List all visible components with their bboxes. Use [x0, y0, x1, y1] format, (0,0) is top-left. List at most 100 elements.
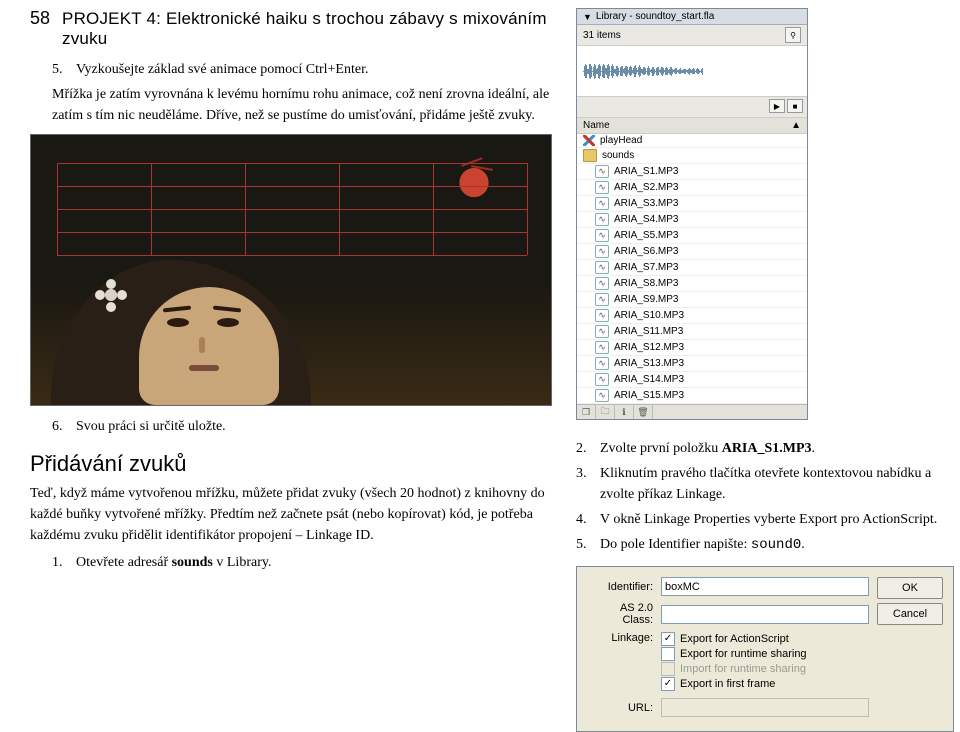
step-number: 4.: [576, 509, 592, 530]
library-sound-item[interactable]: ∿ARIA_S12.MP3: [577, 340, 807, 356]
item-label: ARIA_S15.MP3: [614, 390, 684, 401]
step-number: 1.: [52, 552, 68, 573]
url-input: [661, 698, 869, 717]
checkbox-export-runtime[interactable]: Export for runtime sharing: [661, 647, 869, 661]
play-icon[interactable]: ▶: [769, 99, 785, 113]
library-sound-item[interactable]: ∿ ARIA_S10.MP3: [577, 308, 807, 324]
item-label: ARIA_S6.MP3: [614, 246, 678, 257]
face-graphic: [51, 260, 311, 405]
checkbox-label: Export in first frame: [680, 678, 775, 690]
library-sound-item[interactable]: ∿ ARIA_S7.MP3: [577, 260, 807, 276]
grid-overlay: [57, 163, 527, 255]
checkbox-export-actionscript[interactable]: ✓ Export for ActionScript: [661, 632, 869, 646]
library-item-playhead[interactable]: playHead: [577, 134, 807, 148]
checkbox-label: Export for runtime sharing: [680, 648, 807, 660]
sound-icon: ∿: [595, 373, 609, 386]
sound-icon: ∿: [595, 389, 609, 402]
item-label: ARIA_S7.MP3: [614, 262, 678, 273]
checkbox-icon: [661, 662, 675, 676]
item-label: ARIA_S14.MP3: [614, 374, 684, 385]
filename: ARIA_S1.MP3: [722, 441, 812, 456]
animation-preview-screenshot: [30, 134, 552, 406]
sound-icon: ∿: [595, 277, 609, 290]
sound-icon: ∿: [595, 229, 609, 242]
sound-icon: ∿: [595, 245, 609, 258]
checkbox-label: Import for runtime sharing: [680, 663, 806, 675]
library-footer: ❐ 🗀 ℹ 🗑: [577, 404, 807, 419]
item-label: ARIA_S1.MP3: [614, 166, 678, 177]
linkage-properties-dialog: Identifier: boxMC AS 2.0 Class: Linkage:…: [576, 566, 954, 732]
item-label: ARIA_S10.MP3: [614, 310, 684, 321]
project-title: PROJEKT 4: Elektronické haiku s trochou …: [62, 9, 552, 49]
library-sound-item[interactable]: ∿ ARIA_S5.MP3: [577, 228, 807, 244]
item-label: ARIA_S13.MP3: [614, 358, 684, 369]
t: .: [801, 537, 805, 552]
item-label: ARIA_S2.MP3: [614, 182, 678, 193]
library-sound-item[interactable]: ∿ ARIA_S13.MP3: [577, 356, 807, 372]
library-sound-item[interactable]: ∿ ARIA_S6.MP3: [577, 244, 807, 260]
item-label: ARIA_S12.MP3: [614, 342, 684, 353]
step-5-text: Vyzkoušejte základ své animace pomocí Ct…: [76, 59, 368, 80]
as2-class-input[interactable]: [661, 605, 869, 624]
page-number: 58: [30, 8, 50, 29]
step-number: 2.: [576, 438, 592, 459]
library-sound-item[interactable]: ∿ ARIA_S15.MP3: [577, 388, 807, 404]
library-title: Library - soundtoy_start.fla: [596, 11, 714, 22]
checkbox-label: Export for ActionScript: [680, 633, 789, 645]
library-sound-item[interactable]: ∿ ARIA_S14.MP3: [577, 372, 807, 388]
folder-icon: [583, 149, 597, 162]
paragraph-sounds: Teď, když máme vytvořenou mřížku, můžete…: [30, 483, 552, 546]
cancel-button[interactable]: Cancel: [877, 603, 943, 625]
library-sound-item[interactable]: ∿ ARIA_S1.MP3: [577, 164, 807, 180]
identifier-label: Identifier:: [587, 581, 653, 593]
checkbox-export-first-frame[interactable]: ✓ Export in first frame: [661, 677, 869, 691]
properties-icon[interactable]: ℹ: [615, 405, 634, 419]
t: Zvolte první položku: [600, 441, 722, 456]
t: .: [812, 441, 816, 456]
step-6-text: Svou práci si určitě uložte.: [76, 416, 226, 437]
sound-icon: ∿: [595, 309, 609, 322]
pin-icon[interactable]: ⚲: [785, 27, 801, 43]
library-sound-item[interactable]: ∿ ARIA_S2.MP3: [577, 180, 807, 196]
ok-button[interactable]: OK: [877, 577, 943, 599]
t: Do pole Identifier napište:: [600, 537, 751, 552]
library-sound-item[interactable]: ∿ARIA_S4.MP3: [577, 212, 807, 228]
library-titlebar[interactable]: ▼ Library - soundtoy_start.fla: [577, 9, 807, 25]
stop-icon[interactable]: ■: [787, 99, 803, 113]
step-3-text: Kliknutím pravého tlačítka otevřete kont…: [600, 463, 954, 505]
item-label: ARIA_S3.MP3: [614, 198, 678, 209]
checkbox-icon: ✓: [661, 677, 675, 691]
collapse-arrow-icon[interactable]: ▼: [583, 12, 592, 22]
t: Otevřete adresář: [76, 555, 172, 570]
identifier-value: sound0: [751, 537, 801, 553]
library-sound-item[interactable]: ∿ARIA_S8.MP3: [577, 276, 807, 292]
sound-icon: ∿: [595, 293, 609, 306]
sound-icon: ∿: [595, 357, 609, 370]
section-heading-sounds: Přidávání zvuků: [30, 451, 552, 477]
step-4-text: V okně Linkage Properties vyberte Export…: [600, 509, 937, 530]
delete-icon[interactable]: 🗑: [634, 405, 653, 419]
sound-icon: ∿: [595, 261, 609, 274]
library-sound-item[interactable]: ∿ARIA_S11.MP3: [577, 324, 807, 340]
new-folder-icon[interactable]: 🗀: [596, 405, 615, 419]
item-label: ARIA_S5.MP3: [614, 230, 678, 241]
library-folder-sounds[interactable]: sounds: [577, 148, 807, 164]
library-sound-item[interactable]: ∿ARIA_S3.MP3: [577, 196, 807, 212]
step-number: 5.: [576, 534, 592, 556]
column-name[interactable]: Name: [583, 120, 791, 131]
sound-icon: ∿: [595, 181, 609, 194]
step-number: 6.: [52, 416, 68, 437]
identifier-input[interactable]: boxMC: [661, 577, 869, 596]
folder-name: sounds: [172, 555, 213, 570]
column-sort-icon[interactable]: ▲: [791, 120, 801, 131]
item-label: sounds: [602, 150, 634, 161]
item-label: ARIA_S9.MP3: [614, 294, 678, 305]
step-number: 3.: [576, 463, 592, 505]
new-symbol-icon[interactable]: ❐: [577, 405, 596, 419]
checkbox-icon: [661, 647, 675, 661]
paragraph-grid: Mřížka je zatím vyrovnána k levému horní…: [30, 84, 552, 126]
step-number: 5.: [52, 59, 68, 80]
library-sound-item[interactable]: ∿ ARIA_S9.MP3: [577, 292, 807, 308]
step-5-text: Do pole Identifier napište: sound0.: [600, 534, 805, 556]
sound-icon: ∿: [595, 165, 609, 178]
